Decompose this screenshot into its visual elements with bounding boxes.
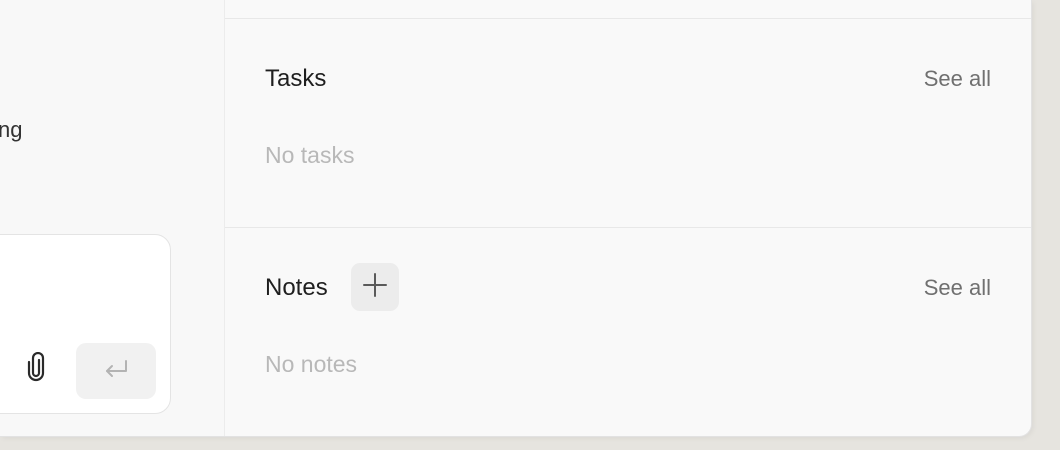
- section-divider: [225, 18, 1031, 19]
- tasks-title: Tasks: [265, 65, 327, 92]
- send-button[interactable]: [76, 343, 156, 399]
- section-divider: [225, 227, 1031, 228]
- attach-button[interactable]: [21, 351, 51, 387]
- plus-icon: [363, 272, 387, 302]
- message-composer[interactable]: [0, 234, 171, 414]
- return-arrow-icon: [101, 357, 131, 386]
- left-pane: ng: [0, 0, 224, 436]
- add-note-button[interactable]: [351, 263, 399, 311]
- truncated-message-text: ng: [0, 117, 23, 142]
- notes-empty-text: No notes: [265, 351, 358, 377]
- notes-see-all-link[interactable]: See all: [924, 274, 991, 302]
- paperclip-icon: [25, 351, 47, 387]
- tasks-see-all-link[interactable]: See all: [924, 65, 991, 93]
- app-window: ng Tasks See all No tasks Notes See all …: [0, 0, 1031, 436]
- notes-title: Notes: [265, 274, 328, 301]
- tasks-empty-text: No tasks: [265, 142, 355, 168]
- right-pane: Tasks See all No tasks Notes See all No …: [225, 0, 1031, 436]
